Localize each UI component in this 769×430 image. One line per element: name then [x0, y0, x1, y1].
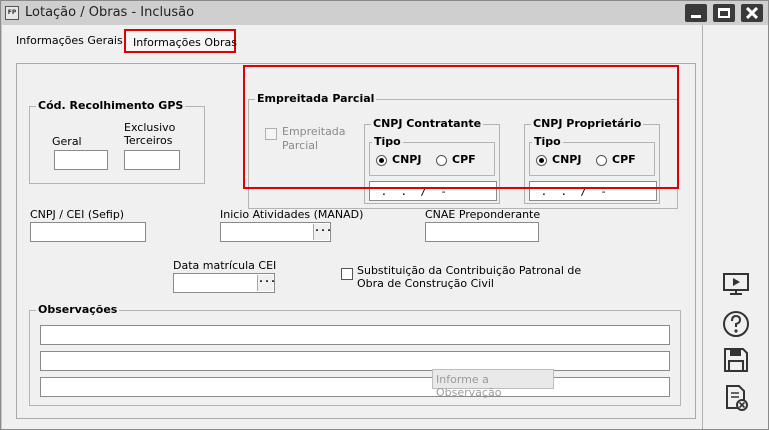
title-bar: FP Lotação / Obras - Inclusão — [1, 1, 768, 25]
cnae-label: CNAE Preponderante — [425, 208, 541, 221]
observacao-line-1[interactable] — [40, 325, 670, 345]
maximize-button[interactable] — [713, 4, 735, 22]
close-icon — [746, 7, 758, 19]
minimize-icon — [691, 15, 701, 18]
inicio-atividades-input[interactable]: ... — [220, 222, 332, 242]
close-button[interactable] — [741, 4, 763, 22]
inicio-atividades-label: Inicio Atividades (MANAD) — [220, 208, 364, 221]
observacoes-group: Observações — [29, 303, 681, 406]
substituicao-label-1: Substituição da Contribuição Patronal de — [357, 264, 582, 277]
substituicao-checkbox[interactable] — [341, 268, 353, 280]
data-matricula-input[interactable]: ... — [173, 273, 276, 293]
geral-label: Geral — [52, 135, 82, 148]
tab-informacoes-obras[interactable]: Informações Obras — [124, 29, 237, 53]
observacao-line-2[interactable] — [40, 351, 670, 371]
highlight-empreitada — [243, 65, 679, 189]
cancel-document-icon[interactable] — [721, 383, 751, 413]
maximize-icon — [718, 8, 730, 18]
tab-informacoes-gerais[interactable]: Informações Gerais — [16, 34, 123, 47]
terceiros-label: Terceiros — [124, 134, 173, 147]
action-sidebar — [702, 25, 768, 429]
exclusivo-label: Exclusivo — [124, 121, 176, 134]
presentation-icon[interactable] — [721, 269, 751, 299]
observacoes-title: Observações — [36, 303, 120, 316]
data-matricula-picker-button[interactable]: ... — [257, 275, 276, 291]
observacao-tooltip: Informe a Observação — [432, 369, 554, 399]
window: FP Lotação / Obras - Inclusão Informaçõe… — [0, 0, 769, 430]
data-matricula-label: Data matrícula CEI — [173, 259, 277, 272]
gps-group: Cód. Recolhimento GPS Geral Exclusivo Te… — [29, 99, 205, 184]
window-title: Lotação / Obras - Inclusão — [25, 5, 195, 20]
cnae-input[interactable] — [425, 222, 539, 242]
substituicao-label-2: Obra de Construção Civil — [357, 277, 494, 290]
cnpj-cei-input[interactable] — [30, 222, 146, 242]
content-area: Informações Gerais Informações Obras Cód… — [2, 25, 702, 429]
gps-group-title: Cód. Recolhimento GPS — [36, 99, 186, 112]
inicio-date-picker-button[interactable]: ... — [313, 224, 332, 240]
minimize-button[interactable] — [685, 4, 707, 22]
app-icon: FP — [5, 6, 19, 20]
help-icon[interactable] — [721, 309, 751, 339]
observacao-line-3[interactable] — [40, 377, 670, 397]
geral-input[interactable] — [54, 150, 108, 170]
cnpj-cei-label: CNPJ / CEI (Sefip) — [30, 208, 125, 221]
save-icon[interactable] — [721, 345, 751, 375]
terceiros-input[interactable] — [124, 150, 180, 170]
